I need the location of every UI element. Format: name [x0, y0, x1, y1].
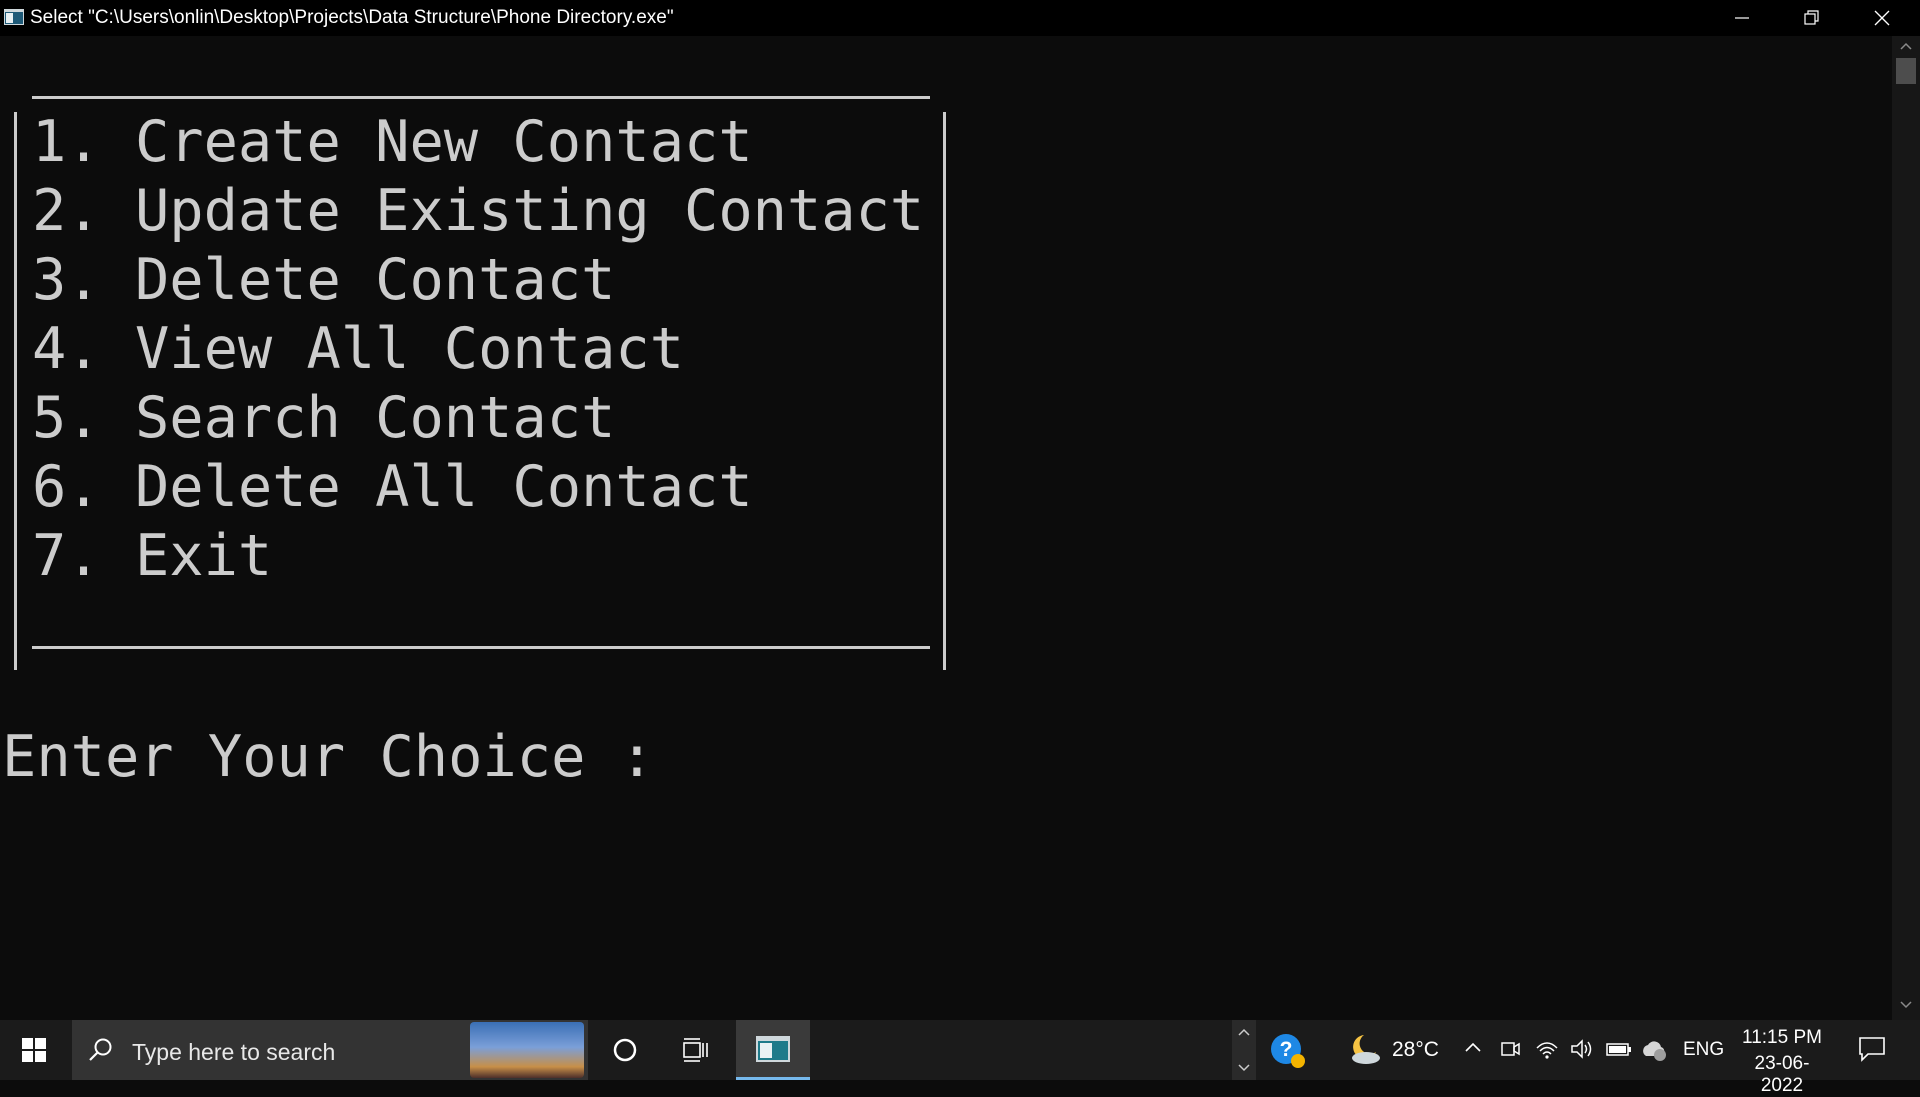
weather-temperature[interactable]: 28°C [1392, 1038, 1439, 1062]
console-app-icon [756, 1036, 790, 1062]
clock-time[interactable]: 11:15 PM [1740, 1027, 1824, 1049]
chevron-up-icon[interactable] [1464, 1038, 1482, 1058]
volume-icon[interactable] [1570, 1038, 1594, 1060]
menu-border-bottom [32, 646, 930, 649]
minimize-button[interactable] [1708, 0, 1778, 36]
taskbar-overflow-scroller[interactable] [1232, 1020, 1256, 1080]
taskbar-search-box[interactable]: Type here to search [72, 1020, 588, 1080]
choice-prompt: Enter Your Choice : [2, 724, 655, 790]
menu-item-update: 2. Update Existing Contact [32, 178, 925, 244]
search-placeholder: Type here to search [132, 1039, 336, 1065]
menu-border-right [943, 112, 946, 670]
meet-now-icon[interactable] [1500, 1038, 1520, 1060]
menu-item-exit: 7. Exit [32, 523, 273, 589]
task-view-button[interactable] [660, 1020, 730, 1080]
menu-border-top [32, 96, 930, 99]
chevron-down-icon [1238, 1064, 1250, 1072]
taskbar-console-app[interactable] [736, 1020, 810, 1080]
title-bar[interactable]: Select "C:\Users\onlin\Desktop\Projects\… [0, 0, 1920, 36]
menu-item-delete-all: 6. Delete All Contact [32, 454, 753, 520]
cortana-icon [613, 1038, 637, 1062]
svg-text:?: ? [1280, 1038, 1293, 1061]
windows-start-icon [22, 1038, 46, 1062]
chevron-up-icon [1238, 1028, 1250, 1036]
menu-item-view-all: 4. View All Contact [32, 316, 685, 382]
close-icon [1874, 10, 1890, 26]
help-icon[interactable]: ? [1270, 1033, 1306, 1069]
input-language[interactable]: ENG [1683, 1039, 1724, 1061]
menu-item-create: 1. Create New Contact [32, 109, 753, 175]
search-highlight-image[interactable] [470, 1022, 584, 1078]
console-scrollbar[interactable] [1892, 36, 1920, 1020]
weather-icon[interactable] [1346, 1032, 1382, 1066]
wifi-icon[interactable] [1535, 1038, 1559, 1060]
menu-box: 1. Create New Contact 2. Update Existing… [14, 96, 946, 686]
onedrive-icon[interactable] [1640, 1038, 1668, 1062]
taskbar: Type here to search ? 28°C ENG 11:15 PM … [0, 1020, 1920, 1096]
console-output[interactable]: 1. Create New Contact 2. Update Existing… [0, 36, 1892, 1020]
restore-icon [1804, 10, 1819, 25]
clock-date[interactable]: 23-06-2022 [1734, 1053, 1830, 1097]
start-button[interactable] [0, 1020, 70, 1080]
search-icon [89, 1038, 112, 1061]
task-view-icon [683, 1038, 708, 1062]
scroll-down-icon[interactable] [1900, 1001, 1912, 1009]
notification-icon[interactable] [1858, 1036, 1886, 1062]
window-title: Select "C:\Users\onlin\Desktop\Projects\… [30, 7, 674, 28]
scroll-up-icon[interactable] [1900, 42, 1912, 50]
minimize-icon [1735, 17, 1749, 19]
scrollbar-thumb[interactable] [1896, 58, 1916, 84]
console-app-icon [4, 9, 24, 25]
menu-item-search: 5. Search Contact [32, 385, 616, 451]
restore-button[interactable] [1778, 0, 1848, 36]
menu-item-delete: 3. Delete Contact [32, 247, 616, 313]
cortana-button[interactable] [590, 1020, 660, 1080]
menu-border-left [14, 112, 17, 670]
battery-icon[interactable] [1606, 1038, 1632, 1060]
close-button[interactable] [1848, 0, 1918, 36]
